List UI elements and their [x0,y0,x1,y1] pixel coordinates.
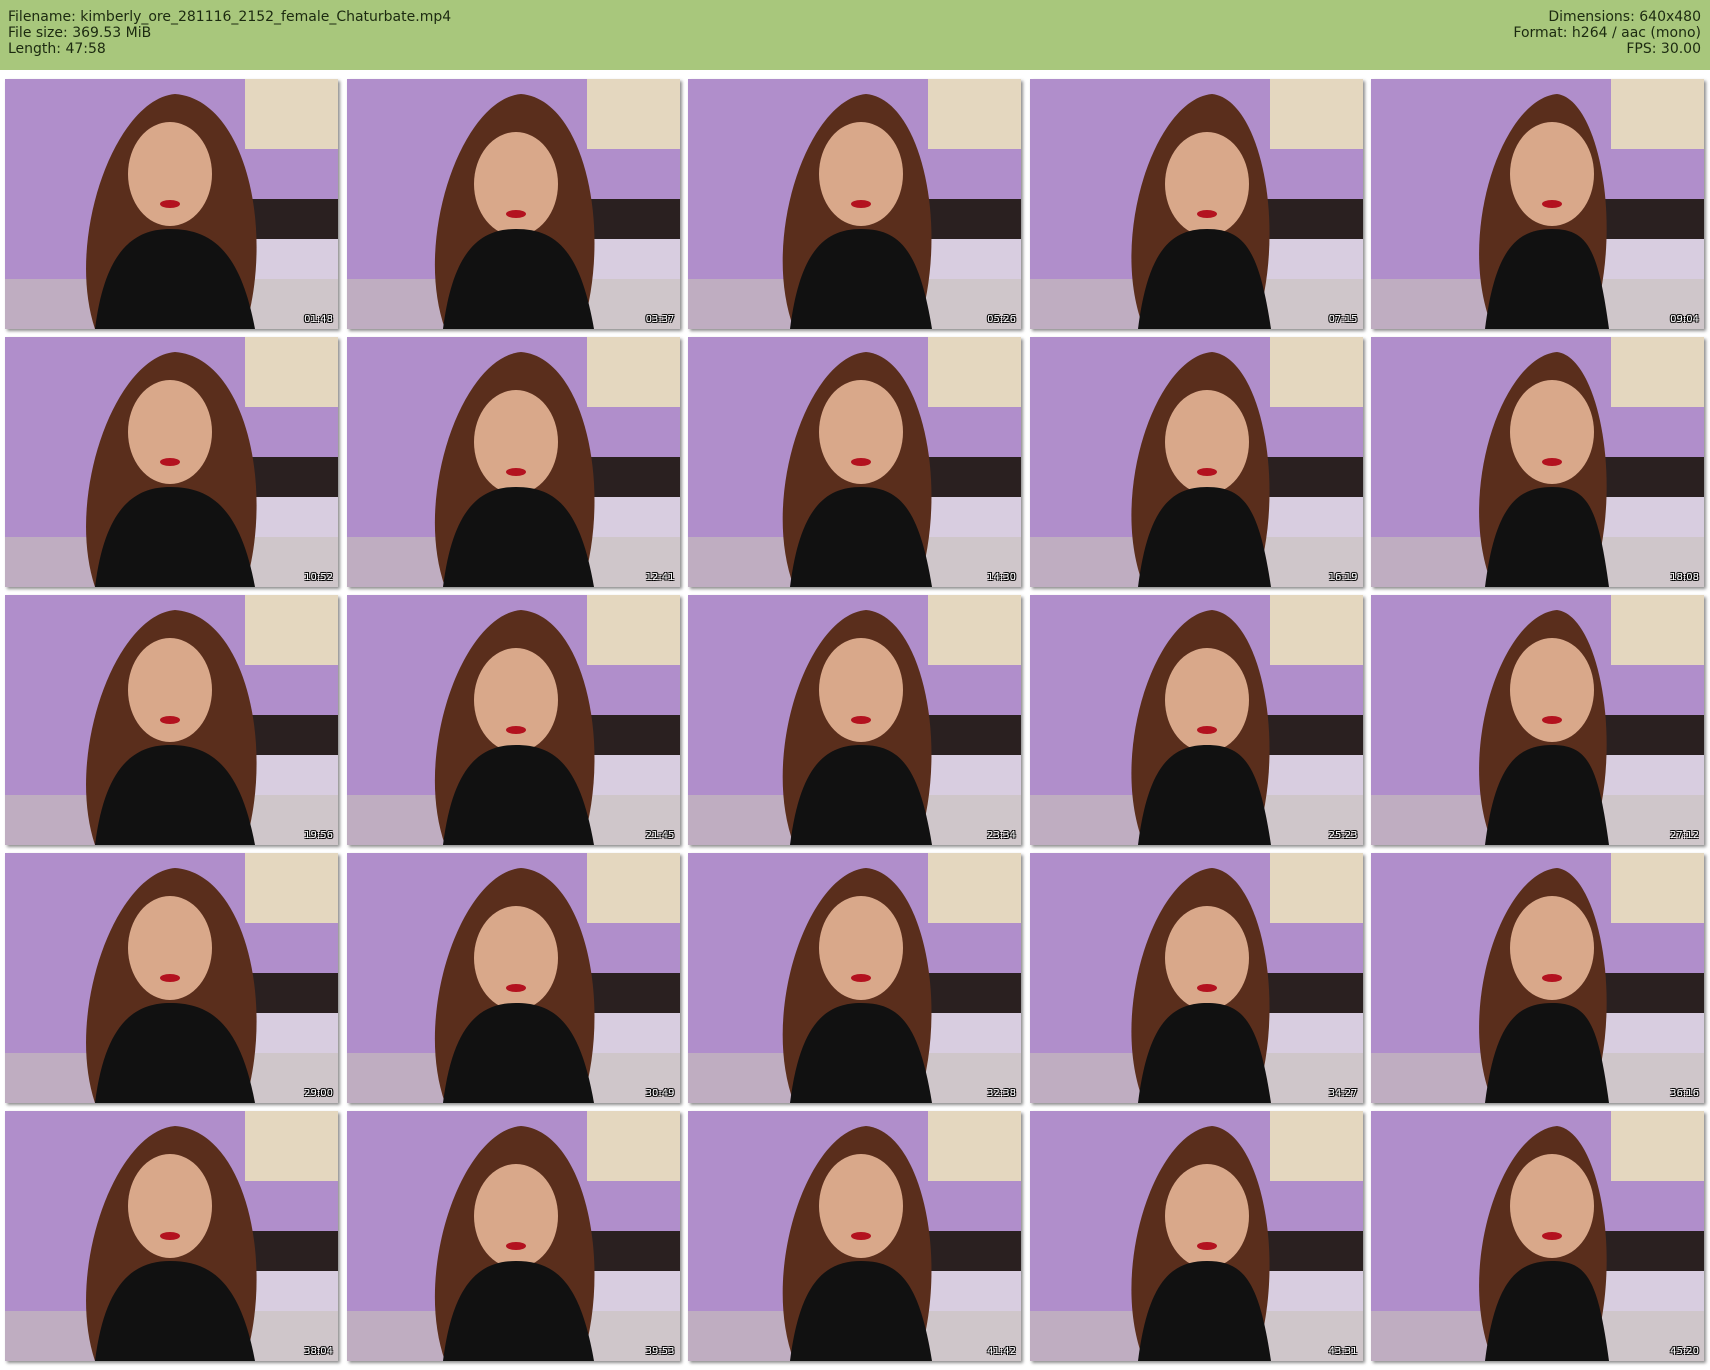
video-thumbnail[interactable]: 09:04 [1371,79,1704,329]
thumbnail-frame-image [1371,79,1704,329]
thumbnail-frame-image [1371,595,1704,845]
info-header: Filename: kimberly_ore_281116_2152_femal… [0,0,1710,70]
thumbnail-timestamp: 14:30 [987,572,1016,583]
video-thumbnail[interactable]: 12:41 [346,337,680,587]
thumbnail-grid: 01:48 03:37 05:26 07:15 09:04 10:52 12:41 14:30… [0,77,1710,1367]
thumbnail-frame-image [5,1111,338,1361]
thumbnail-frame-image [688,853,1021,1103]
thumbnail-timestamp: 36:16 [1670,1088,1699,1099]
thumbnail-frame-image [5,595,338,845]
video-thumbnail[interactable]: 38:04 [5,1111,338,1361]
video-thumbnail[interactable]: 03:37 [346,79,680,329]
thumbnail-frame-image [5,853,338,1103]
thumbnail-timestamp: 10:52 [304,572,333,583]
video-thumbnail[interactable]: 36:16 [1371,853,1704,1103]
video-thumbnail[interactable]: 41:42 [688,1111,1021,1361]
length-text: Length: 47:58 [8,41,106,57]
dimensions-text: Dimensions: 640x480 [1548,9,1701,25]
video-thumbnail[interactable]: 27:12 [1371,595,1704,845]
thumbnail-frame-image [688,1111,1021,1361]
video-thumbnail[interactable]: 39:53 [346,1111,680,1361]
thumbnail-timestamp: 23:34 [987,830,1016,841]
thumbnail-timestamp: 05:26 [987,314,1016,325]
video-thumbnail[interactable]: 19:56 [5,595,338,845]
thumbnail-timestamp: 01:48 [304,314,333,325]
video-thumbnail[interactable]: 45:20 [1371,1111,1704,1361]
video-thumbnail[interactable]: 43:31 [1029,1111,1363,1361]
thumbnail-frame-image [1029,1111,1363,1361]
thumbnail-timestamp: 34:27 [1328,1088,1358,1099]
thumbnail-timestamp: 18:08 [1670,572,1699,583]
thumbnail-timestamp: 41:42 [987,1346,1016,1357]
video-thumbnail[interactable]: 34:27 [1029,853,1363,1103]
thumbnail-timestamp: 12:41 [645,572,675,583]
thumbnail-timestamp: 39:53 [645,1346,675,1357]
thumbnail-frame-image [346,79,680,329]
thumbnail-frame-image [5,79,338,329]
video-thumbnail[interactable]: 01:48 [5,79,338,329]
thumbnail-frame-image [346,337,680,587]
thumbnail-timestamp: 43:31 [1328,1346,1358,1357]
thumbnail-timestamp: 25:23 [1328,830,1358,841]
filesize-text: File size: 369.53 MiB [8,25,152,41]
video-thumbnail[interactable]: 14:30 [688,337,1021,587]
video-thumbnail[interactable]: 16:19 [1029,337,1363,587]
video-thumbnail[interactable]: 07:15 [1029,79,1363,329]
thumbnail-frame-image [688,595,1021,845]
video-thumbnail[interactable]: 29:00 [5,853,338,1103]
thumbnail-frame-image [346,1111,680,1361]
thumbnail-timestamp: 38:04 [304,1346,333,1357]
thumbnail-timestamp: 09:04 [1670,314,1699,325]
video-thumbnail[interactable]: 32:38 [688,853,1021,1103]
video-thumbnail[interactable]: 05:26 [688,79,1021,329]
format-text: Format: h264 / aac (mono) [1513,25,1701,41]
thumbnail-frame-image [1029,853,1363,1103]
thumbnail-timestamp: 16:19 [1328,572,1358,583]
thumbnail-timestamp: 21:45 [645,830,675,841]
video-thumbnail[interactable]: 23:34 [688,595,1021,845]
thumbnail-timestamp: 27:12 [1670,830,1699,841]
thumbnail-frame-image [1029,595,1363,845]
thumbnail-timestamp: 29:00 [304,1088,333,1099]
thumbnail-timestamp: 45:20 [1670,1346,1699,1357]
thumbnail-timestamp: 07:15 [1328,314,1358,325]
thumbnail-frame-image [688,337,1021,587]
thumbnail-frame-image [688,79,1021,329]
thumbnail-frame-image [1029,79,1363,329]
video-thumbnail[interactable]: 18:08 [1371,337,1704,587]
thumbnail-frame-image [1371,337,1704,587]
video-thumbnail[interactable]: 21:45 [346,595,680,845]
video-thumbnail[interactable]: 25:23 [1029,595,1363,845]
thumbnail-frame-image [346,853,680,1103]
thumbnail-frame-image [346,595,680,845]
info-right-column: Dimensions: 640x480 Format: h264 / aac (… [1513,9,1701,57]
fps-text: FPS: 30.00 [1626,41,1701,57]
thumbnail-frame-image [1371,853,1704,1103]
info-left-column: Filename: kimberly_ore_281116_2152_femal… [8,9,451,57]
thumbnail-timestamp: 19:56 [304,830,333,841]
thumbnail-timestamp: 30:49 [645,1088,675,1099]
thumbnail-frame-image [5,337,338,587]
thumbnail-frame-image [1371,1111,1704,1361]
thumbnail-timestamp: 03:37 [645,314,675,325]
video-thumbnail[interactable]: 10:52 [5,337,338,587]
video-thumbnail[interactable]: 30:49 [346,853,680,1103]
thumbnail-timestamp: 32:38 [987,1088,1016,1099]
filename-text: Filename: kimberly_ore_281116_2152_femal… [8,9,452,25]
thumbnail-frame-image [1029,337,1363,587]
